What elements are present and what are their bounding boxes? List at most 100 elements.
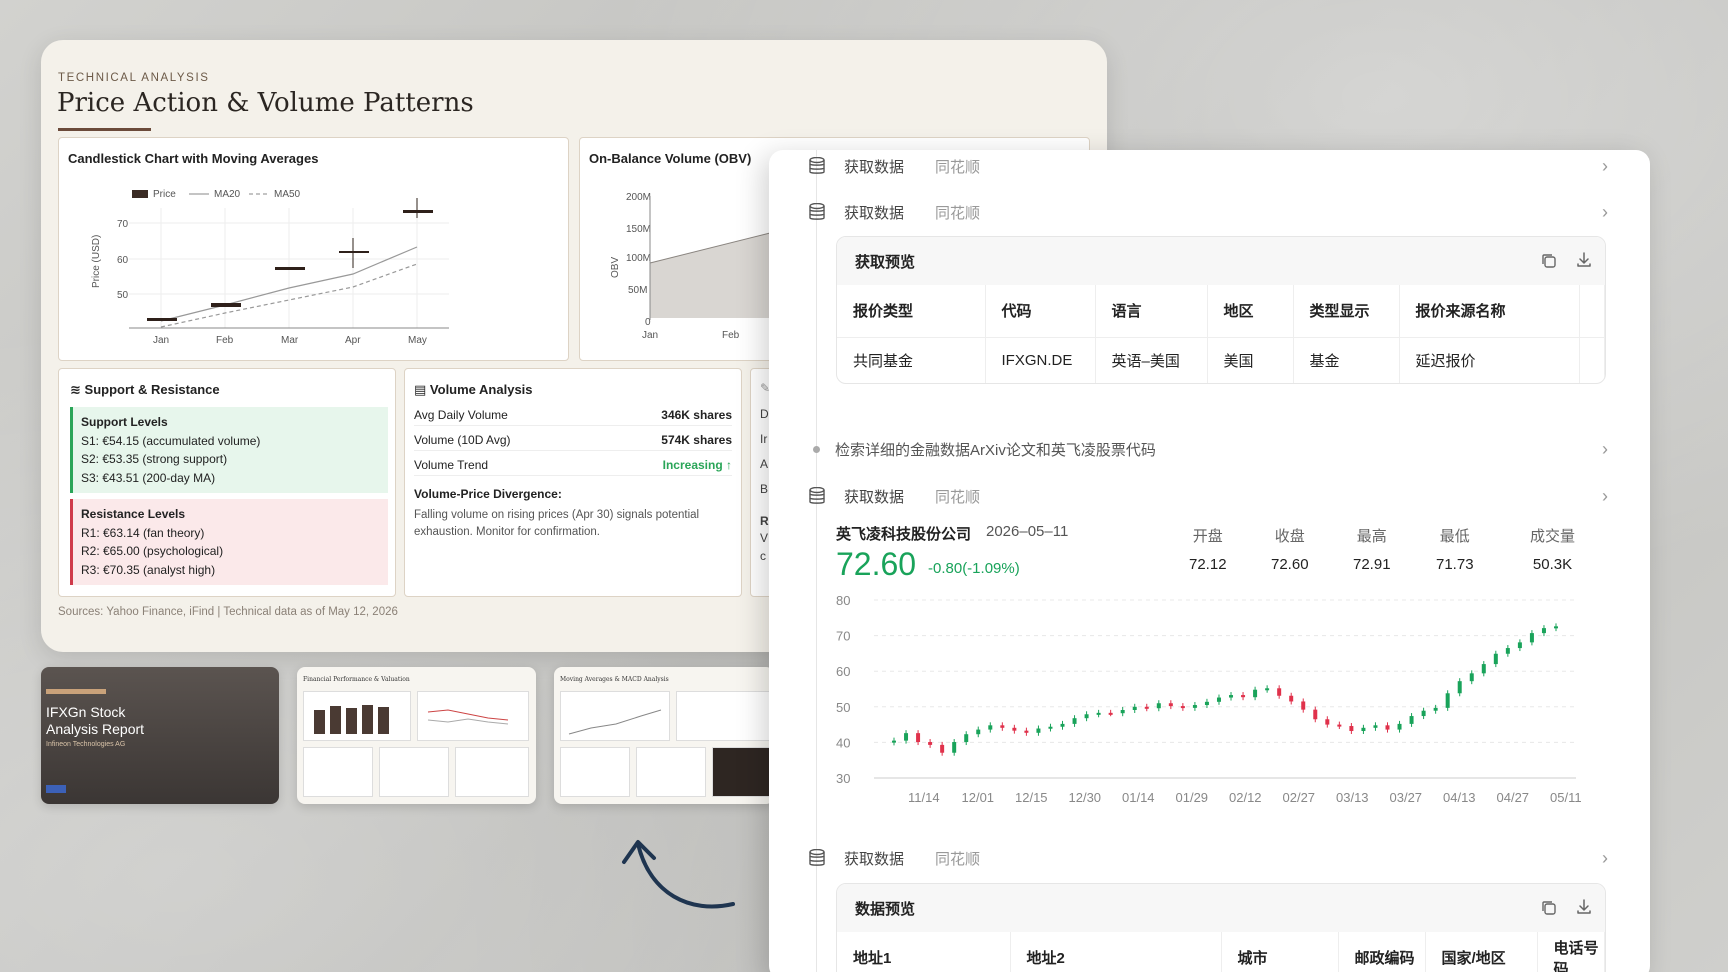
candle-body xyxy=(1554,626,1558,629)
step-label: 获取数据 xyxy=(844,850,905,868)
step-fetch-data[interactable]: 获取数据 同花顺 › xyxy=(769,476,1650,516)
x-tick-label: 11/14 xyxy=(908,790,940,805)
candle-body xyxy=(964,734,969,743)
stock-change: -0.80(-1.09%) xyxy=(928,560,1020,577)
hidden-letter: Ir xyxy=(760,432,768,446)
resistance-levels-box: Resistance Levels R1: €63.14 (fan theory… xyxy=(70,499,388,585)
candle xyxy=(211,303,241,307)
mini-line-chart xyxy=(427,709,509,725)
slide-thumbnail-2[interactable]: Financial Performance & Valuation xyxy=(297,667,536,804)
stat-low: 最低 71.73 xyxy=(1436,525,1474,573)
mini-table xyxy=(636,747,706,797)
step-source: 同花顺 xyxy=(935,204,981,222)
resist-level: R1: €63.14 (fan theory) xyxy=(81,525,205,540)
chevron-right-icon[interactable]: › xyxy=(1602,439,1608,460)
candle-xtick: Apr xyxy=(345,335,361,346)
candle-body xyxy=(1541,628,1546,634)
download-icon[interactable] xyxy=(1575,251,1593,269)
candle-body xyxy=(1000,725,1005,728)
copy-icon[interactable] xyxy=(1541,900,1557,916)
slide-title: Price Action & Volume Patterns xyxy=(57,88,474,118)
table-cell xyxy=(1579,337,1605,383)
table-cell: IFXGN.DE xyxy=(985,337,1096,383)
bullet-dot xyxy=(813,445,820,453)
slide-thumbnail-1[interactable]: IFXGn Stock Analysis Report Infineon Tec… xyxy=(41,667,279,804)
chevron-right-icon[interactable]: › xyxy=(1602,486,1608,507)
chevron-right-icon[interactable]: › xyxy=(1602,848,1608,869)
candle-body xyxy=(904,733,909,741)
mini-chart xyxy=(676,691,770,741)
candle-body xyxy=(1529,633,1534,643)
step-fetch-data[interactable]: 获取数据 同花顺 › xyxy=(769,838,1650,878)
step-search[interactable]: 检索详细的金融数据ArXiv论文和英飞凌股票代码 › xyxy=(769,431,1650,467)
candle-body xyxy=(1493,653,1498,665)
thumb-title: Moving Averages & MACD Analysis xyxy=(560,676,669,683)
column-header xyxy=(1579,285,1605,338)
column-header: 类型显示 xyxy=(1293,285,1400,338)
x-tick-label: 12/01 xyxy=(962,790,995,805)
mini-table xyxy=(560,747,630,797)
candle-body xyxy=(1349,726,1354,732)
support-level: S1: €54.15 (accumulated volume) xyxy=(81,433,261,448)
thumb-subtitle: Infineon Technologies AG xyxy=(46,741,126,748)
table-cell: 英语–美国 xyxy=(1095,337,1208,383)
stat-label: 最高 xyxy=(1356,528,1387,545)
candle-body xyxy=(1120,710,1125,714)
candle-xtick: Jan xyxy=(153,335,169,346)
data-preview-card: 数据预览 地址1 地址2 城市 邮政编码 国家/地区 电话号码 xyxy=(836,883,1606,972)
obv-xtick: Feb xyxy=(722,330,740,341)
vol-row: Volume Trend Increasing ↑ xyxy=(414,454,732,476)
mini-line-chart xyxy=(568,709,662,735)
candle-body xyxy=(1397,723,1402,730)
step-fetch-data[interactable]: 获取数据 同花顺 › xyxy=(769,192,1650,232)
candle-body xyxy=(1216,697,1221,702)
vol-value: 574K shares xyxy=(661,432,732,447)
preview-title: 获取预览 xyxy=(855,253,916,271)
slide-thumbnail-3[interactable]: Moving Averages & MACD Analysis xyxy=(554,667,774,804)
candle-body xyxy=(916,733,921,743)
candle-body xyxy=(1457,681,1462,694)
x-tick-label: 03/27 xyxy=(1390,790,1423,805)
candle-body xyxy=(1289,695,1294,702)
candle-body xyxy=(1096,712,1101,715)
candle-body xyxy=(1048,726,1053,729)
chevron-right-icon[interactable]: › xyxy=(1602,156,1608,177)
stat-value: 50.3K xyxy=(1532,556,1573,573)
x-tick-label: 01/14 xyxy=(1122,790,1155,805)
step-label: 获取数据 xyxy=(844,158,905,176)
step-label: 获取数据 xyxy=(844,204,905,222)
table-cell: 延迟报价 xyxy=(1399,337,1580,383)
thumb-title: IFXGn Stock Analysis Report xyxy=(46,704,145,737)
step-source: 同花顺 xyxy=(935,850,981,868)
column-header: 邮政编码 xyxy=(1338,932,1426,972)
support-levels-box: Support Levels S1: €54.15 (accumulated v… xyxy=(70,407,388,493)
download-icon[interactable] xyxy=(1575,898,1593,916)
support-level: S3: €43.51 (200-day MA) xyxy=(81,470,216,485)
candle-body xyxy=(1156,703,1161,709)
legend-ma20: MA20 xyxy=(214,189,241,200)
candle-body xyxy=(1253,689,1258,698)
copy-icon[interactable] xyxy=(1541,253,1557,269)
stat-label: 最低 xyxy=(1439,528,1470,545)
candle-body xyxy=(1229,695,1234,698)
column-header: 地区 xyxy=(1207,285,1294,338)
y-tick-label: 50 xyxy=(836,700,850,715)
step-source: 同花顺 xyxy=(935,158,981,176)
thumb-logo xyxy=(46,785,66,793)
table-row: 共同基金 IFXGN.DE 英语–美国 美国 基金 延迟报价 xyxy=(837,337,1605,383)
candle-body xyxy=(1036,728,1041,733)
vol-key: Volume Trend xyxy=(414,457,489,472)
stat-value: 71.73 xyxy=(1436,556,1474,573)
support-resistance-panel: ≋ Support & Resistance Support Levels S1… xyxy=(58,368,396,597)
obv-ytick: 50M xyxy=(628,285,647,296)
candle-body xyxy=(928,742,933,745)
candle-body xyxy=(1481,664,1486,674)
stock-name: 英飞凌科技股份公司 xyxy=(836,526,972,543)
hidden-letter: R xyxy=(760,514,769,528)
candle-body xyxy=(1313,709,1318,720)
preview-header: 获取预览 xyxy=(837,237,1605,285)
chevron-right-icon[interactable]: › xyxy=(1602,202,1608,223)
candle-body xyxy=(1505,648,1510,654)
step-fetch-data[interactable]: 获取数据 同花顺 › xyxy=(769,150,1650,186)
support-head: Support Levels xyxy=(81,415,168,429)
